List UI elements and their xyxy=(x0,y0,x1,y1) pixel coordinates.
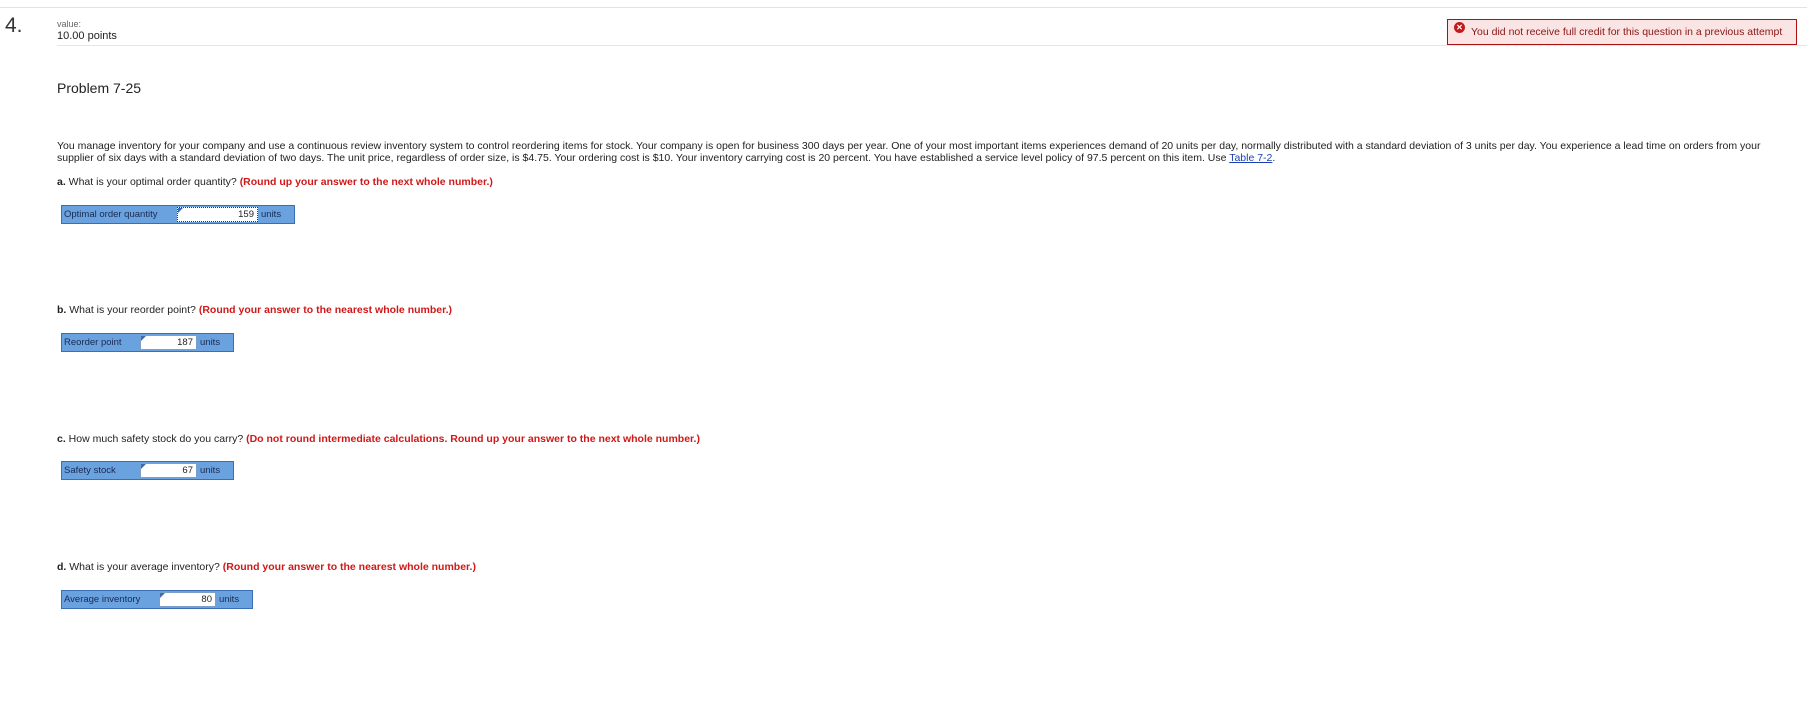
top-divider xyxy=(0,7,1807,8)
field-label: Reorder point xyxy=(64,337,122,348)
answer-row-d: Average inventory 80 units xyxy=(61,590,253,609)
problem-stem-text: You manage inventory for your company an… xyxy=(57,140,1761,164)
optimal-order-quantity-input[interactable]: 159 xyxy=(177,207,258,222)
value-points: 10.00 points xyxy=(57,30,117,42)
question-text: What is your optimal order quantity? xyxy=(65,176,240,188)
reorder-point-input[interactable]: 187 xyxy=(140,335,197,350)
question-c: c. How much safety stock do you carry? (… xyxy=(57,433,700,445)
unit-label: units xyxy=(200,337,221,348)
credit-alert-text: You did not receive full credit for this… xyxy=(1471,26,1783,38)
header-divider xyxy=(57,45,1807,46)
unit-label: units xyxy=(200,465,221,476)
answer-row-b: Reorder point 187 units xyxy=(61,333,234,352)
error-icon: ✕ xyxy=(1454,22,1465,33)
unit-label: units xyxy=(261,209,282,220)
question-text: What is your average inventory? xyxy=(66,561,223,573)
question-letter: c. xyxy=(57,433,66,445)
table-link[interactable]: Table 7-2 xyxy=(1229,152,1272,164)
answer-row-c: Safety stock 67 units xyxy=(61,461,234,480)
question-number: 4. xyxy=(5,14,23,37)
field-label: Optimal order quantity xyxy=(64,209,158,220)
question-text: What is your reorder point? xyxy=(66,304,199,316)
question-b: b. What is your reorder point? (Round yo… xyxy=(57,304,452,316)
problem-title: Problem 7-25 xyxy=(57,80,142,96)
question-letter: d. xyxy=(57,561,67,573)
field-label: Safety stock xyxy=(64,465,116,476)
question-d: d. What is your average inventory? (Roun… xyxy=(57,561,476,573)
value-label: value: xyxy=(57,19,82,29)
question-hint: (Do not round intermediate calculations.… xyxy=(246,433,700,445)
question-letter: a. xyxy=(57,176,66,188)
unit-label: units xyxy=(219,594,240,605)
question-hint: (Round your answer to the nearest whole … xyxy=(198,304,453,316)
average-inventory-input[interactable]: 80 xyxy=(159,592,216,607)
problem-stem: You manage inventory for your company an… xyxy=(57,140,1797,164)
safety-stock-input[interactable]: 67 xyxy=(140,463,197,478)
problem-stem-end: . xyxy=(1272,152,1276,164)
question-letter: b. xyxy=(57,304,67,316)
question-a: a. What is your optimal order quantity? … xyxy=(57,176,493,188)
answer-row-a: Optimal order quantity 159 units xyxy=(61,205,295,224)
question-hint: (Round up your answer to the next whole … xyxy=(239,176,493,188)
question-hint: (Round your answer to the nearest whole … xyxy=(222,561,476,573)
question-text: How much safety stock do you carry? xyxy=(65,433,247,445)
field-label: Average inventory xyxy=(64,594,141,605)
credit-alert: ✕ You did not receive full credit for th… xyxy=(1447,19,1797,45)
